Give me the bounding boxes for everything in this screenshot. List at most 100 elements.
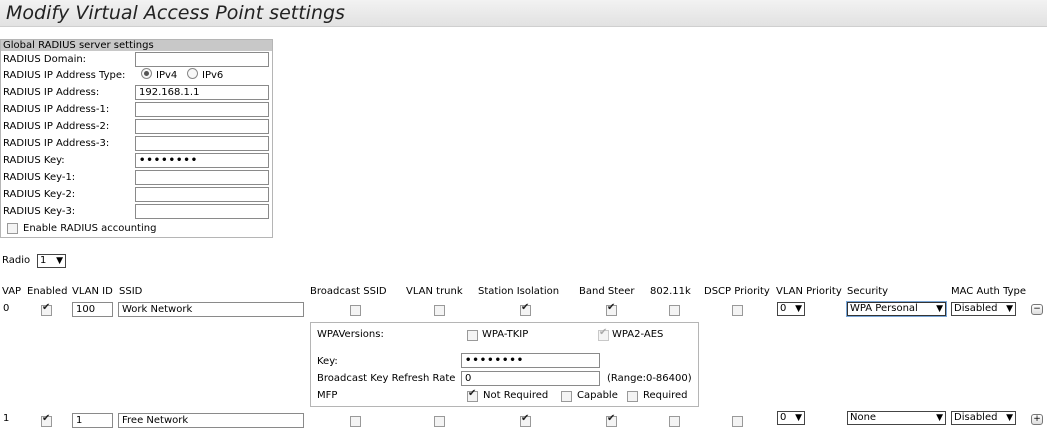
wpa-key-input[interactable]: •••••••• bbox=[461, 353, 600, 368]
vlan-id-input[interactable]: 1 bbox=[72, 413, 113, 428]
broadcast-ssid-checkbox[interactable] bbox=[350, 416, 361, 427]
ssid-input[interactable]: Free Network bbox=[118, 413, 304, 428]
mfp-capable-label: Capable bbox=[577, 390, 618, 401]
col-vlan-priority: VLAN Priority bbox=[776, 286, 842, 297]
vlan-trunk-checkbox[interactable] bbox=[434, 305, 445, 316]
ipv6-radio[interactable] bbox=[187, 68, 198, 79]
add-row-button[interactable]: + bbox=[1031, 414, 1043, 425]
wpa-versions-label: WPAVersions: bbox=[317, 329, 384, 340]
wpa-settings-panel: WPAVersions: WPA-TKIP WPA2-AES Key: ••••… bbox=[310, 322, 699, 407]
band-steer-checkbox[interactable] bbox=[606, 413, 617, 427]
radius-ip-label: RADIUS IP Address: bbox=[3, 87, 100, 98]
col-enabled: Enabled bbox=[27, 286, 68, 297]
mfp-label: MFP bbox=[317, 390, 338, 401]
ipv6-label: IPv6 bbox=[202, 70, 224, 81]
col-dscp-priority: DSCP Priority bbox=[704, 286, 770, 297]
radius-ip2-input[interactable] bbox=[135, 119, 269, 134]
col-ssid: SSID bbox=[119, 286, 143, 297]
vlan-id-input[interactable]: 100 bbox=[72, 302, 113, 317]
radius-ip1-input[interactable] bbox=[135, 102, 269, 117]
mfp-required-label: Required bbox=[643, 390, 688, 401]
wpa-key-label: Key: bbox=[317, 356, 338, 367]
enabled-checkbox[interactable] bbox=[41, 413, 52, 427]
mac-auth-type-select[interactable]: Disabled ▼ bbox=[951, 411, 1016, 425]
radius-domain-label: RADIUS Domain: bbox=[3, 54, 87, 65]
col-band-steer: Band Steer bbox=[579, 286, 635, 297]
radius-ip2-label: RADIUS IP Address-2: bbox=[3, 121, 110, 132]
ipv4-label: IPv4 bbox=[156, 70, 178, 81]
radio-select-value: 1 bbox=[40, 255, 47, 266]
ssid-input[interactable]: Work Network bbox=[118, 302, 304, 317]
radius-key2-input[interactable] bbox=[135, 187, 269, 202]
vlan-priority-select[interactable]: 0 ▼ bbox=[777, 411, 805, 425]
ipv4-radio[interactable] bbox=[141, 68, 152, 79]
radius-ip3-input[interactable] bbox=[135, 136, 269, 151]
dscp-priority-checkbox[interactable] bbox=[732, 305, 743, 316]
radius-settings-panel: Global RADIUS server settings RADIUS Dom… bbox=[0, 39, 273, 238]
radius-domain-input[interactable] bbox=[135, 52, 269, 67]
dot11k-checkbox[interactable] bbox=[669, 305, 680, 316]
dropdown-arrow-icon: ▼ bbox=[795, 413, 802, 423]
radius-ip-type-row: RADIUS IP Address Type: IPv4 IPv6 bbox=[3, 68, 223, 84]
dot11k-checkbox[interactable] bbox=[669, 416, 680, 427]
radio-select[interactable]: 1 ▼ bbox=[37, 254, 66, 268]
radius-ip1-label: RADIUS IP Address-1: bbox=[3, 104, 110, 115]
radius-accounting-row: Enable RADIUS accounting bbox=[3, 221, 156, 237]
wpa-tkip-checkbox[interactable] bbox=[467, 330, 478, 341]
security-select[interactable]: WPA Personal ▼ bbox=[846, 301, 947, 317]
dropdown-arrow-icon: ▼ bbox=[936, 304, 943, 314]
radius-panel-header: Global RADIUS server settings bbox=[1, 40, 272, 51]
dropdown-arrow-icon: ▼ bbox=[1006, 304, 1013, 314]
col-vlan-trunk: VLAN trunk bbox=[406, 286, 463, 297]
radius-key1-label: RADIUS Key-1: bbox=[3, 172, 76, 183]
band-steer-checkbox[interactable] bbox=[606, 302, 617, 316]
security-value: WPA Personal bbox=[850, 303, 918, 314]
mfp-not-required-label: Not Required bbox=[483, 390, 549, 401]
mac-auth-type-select[interactable]: Disabled ▼ bbox=[951, 302, 1016, 316]
wpa2-aes-checkbox[interactable] bbox=[598, 327, 609, 341]
station-isolation-checkbox[interactable] bbox=[520, 413, 531, 427]
wpa-tkip-label: WPA-TKIP bbox=[482, 329, 529, 340]
vap-index: 1 bbox=[3, 413, 10, 424]
vap-index: 0 bbox=[3, 303, 10, 314]
radius-accounting-label: Enable RADIUS accounting bbox=[23, 223, 157, 234]
page-title: Modify Virtual Access Point settings bbox=[6, 2, 345, 24]
enabled-checkbox[interactable] bbox=[41, 302, 52, 316]
ipv6-option[interactable]: IPv6 bbox=[185, 68, 223, 84]
vlan-priority-select[interactable]: 0 ▼ bbox=[777, 302, 805, 316]
mfp-required-checkbox[interactable] bbox=[627, 391, 638, 402]
wpa-refresh-input[interactable]: 0 bbox=[461, 371, 600, 386]
col-security: Security bbox=[847, 286, 889, 297]
wpa-refresh-range: (Range:0-86400) bbox=[607, 373, 692, 384]
dropdown-arrow-icon: ▼ bbox=[936, 413, 943, 423]
mac-auth-type-value: Disabled bbox=[954, 303, 998, 314]
mfp-not-required-checkbox[interactable] bbox=[467, 388, 478, 402]
security-select[interactable]: None ▼ bbox=[847, 411, 946, 425]
vlan-trunk-checkbox[interactable] bbox=[434, 416, 445, 427]
mac-auth-type-value: Disabled bbox=[954, 412, 998, 423]
col-802-11k: 802.11k bbox=[650, 286, 691, 297]
radius-accounting-checkbox[interactable] bbox=[7, 223, 18, 234]
radius-ip-type-label: RADIUS IP Address Type: bbox=[3, 70, 126, 81]
dscp-priority-checkbox[interactable] bbox=[732, 416, 743, 427]
title-bar: Modify Virtual Access Point settings bbox=[0, 0, 1047, 27]
radius-key1-input[interactable] bbox=[135, 170, 269, 185]
radius-ip-input[interactable]: 192.168.1.1 bbox=[135, 85, 269, 100]
station-isolation-checkbox[interactable] bbox=[520, 302, 531, 316]
remove-row-button[interactable]: − bbox=[1031, 304, 1043, 315]
col-mac-auth-type: MAC Auth Type bbox=[951, 286, 1027, 297]
col-broadcast-ssid: Broadcast SSID bbox=[310, 286, 387, 297]
col-station-isolation: Station Isolation bbox=[478, 286, 560, 297]
dropdown-arrow-icon: ▼ bbox=[56, 256, 63, 266]
plus-icon: + bbox=[1033, 414, 1041, 424]
ipv4-option[interactable]: IPv4 bbox=[139, 68, 177, 84]
radius-key3-input[interactable] bbox=[135, 204, 269, 219]
security-value: None bbox=[850, 412, 877, 423]
mfp-capable-checkbox[interactable] bbox=[561, 391, 572, 402]
wpa-refresh-label: Broadcast Key Refresh Rate bbox=[317, 373, 456, 384]
radius-ip3-label: RADIUS IP Address-3: bbox=[3, 138, 110, 149]
broadcast-ssid-checkbox[interactable] bbox=[350, 305, 361, 316]
vlan-priority-value: 0 bbox=[780, 303, 787, 314]
radius-key2-label: RADIUS Key-2: bbox=[3, 189, 76, 200]
radius-key-input[interactable]: •••••••• bbox=[135, 153, 269, 168]
